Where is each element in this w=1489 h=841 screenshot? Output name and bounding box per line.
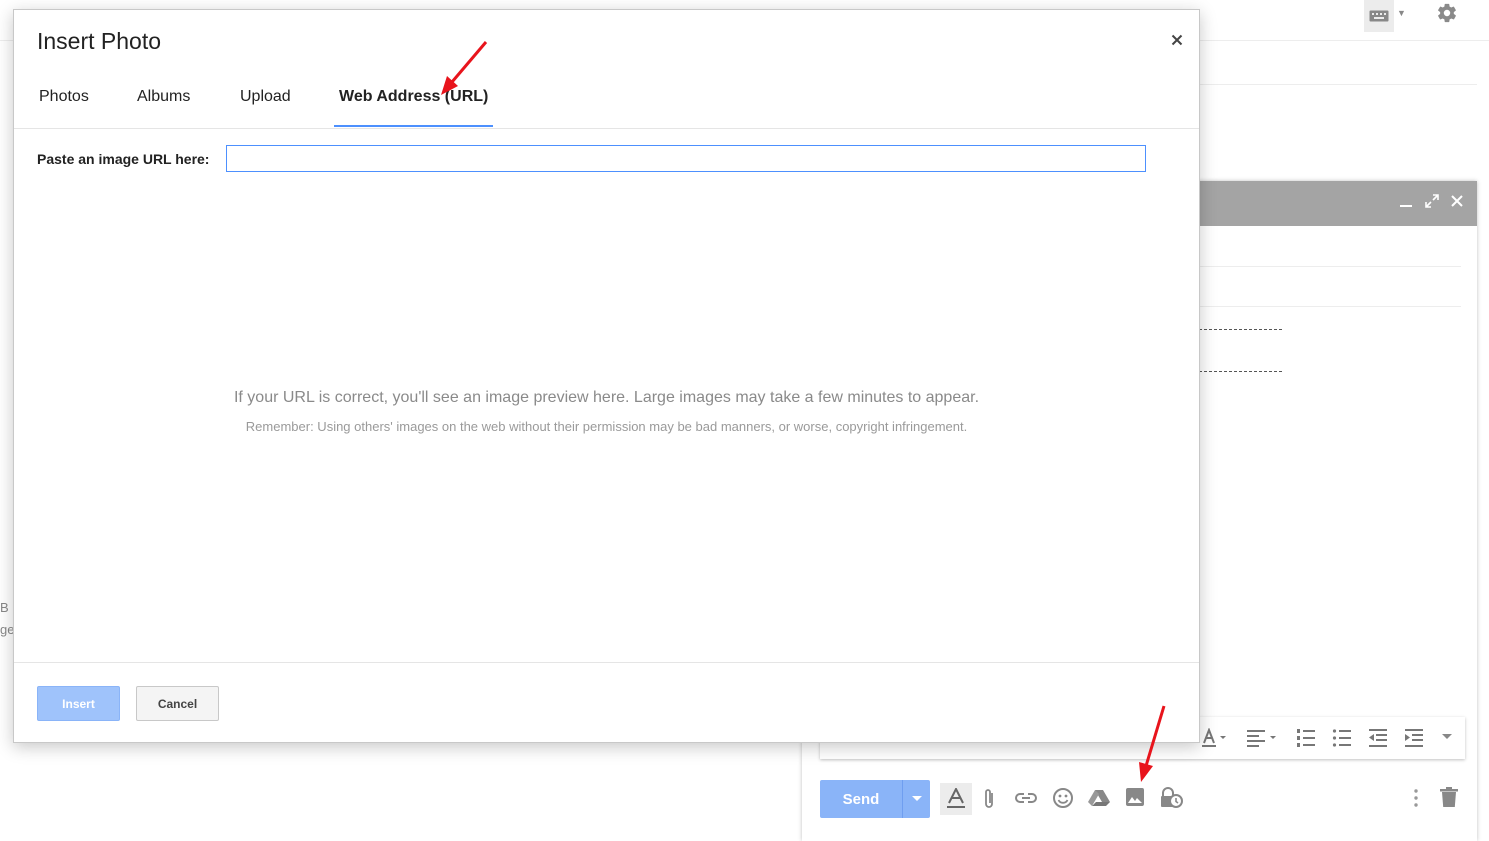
formatting-options-button[interactable] — [940, 783, 972, 815]
insert-button[interactable]: Insert — [37, 686, 120, 721]
image-url-input[interactable] — [226, 145, 1146, 172]
indent-more-icon[interactable] — [1404, 728, 1424, 748]
body-separator — [1199, 371, 1282, 372]
send-button[interactable]: Send — [820, 780, 902, 818]
send-options-button[interactable] — [902, 780, 930, 818]
minimize-icon[interactable] — [1399, 194, 1413, 208]
insert-photo-dialog: Insert Photo Photos Albums Upload Web Ad… — [13, 9, 1200, 743]
keyboard-icon — [1369, 10, 1389, 22]
chevron-down-icon — [911, 796, 922, 801]
expand-icon[interactable] — [1425, 194, 1439, 208]
divider — [1199, 84, 1477, 85]
subject-row[interactable] — [1199, 306, 1461, 307]
chevron-down-icon[interactable]: ▼ — [1397, 8, 1406, 18]
input-tools-button[interactable] — [1364, 0, 1394, 32]
emoji-icon[interactable] — [1052, 787, 1074, 809]
cancel-button[interactable]: Cancel — [136, 686, 219, 721]
indent-less-icon[interactable] — [1368, 728, 1388, 748]
chevron-down-icon[interactable] — [1442, 734, 1452, 740]
numbered-list-icon[interactable] — [1296, 728, 1316, 748]
align-icon[interactable] — [1246, 728, 1278, 748]
bulleted-list-icon[interactable] — [1332, 728, 1352, 748]
compose-bottom-bar: Send — [802, 775, 1477, 825]
format-text-icon — [947, 788, 965, 808]
recipients-row[interactable] — [1199, 266, 1461, 267]
body-separator — [1199, 329, 1282, 330]
preview-message: If your URL is correct, you'll see an im… — [233, 389, 980, 406]
tab-upload[interactable]: Upload — [235, 88, 296, 127]
tab-web-address[interactable]: Web Address (URL) — [334, 88, 494, 127]
dialog-tabs: Photos Albums Upload Web Address (URL) — [14, 72, 1199, 129]
drive-icon[interactable] — [1088, 789, 1110, 807]
settings-button[interactable] — [1436, 2, 1458, 29]
copyright-note: Remember: Using others' images on the we… — [245, 419, 968, 434]
text-color-icon[interactable] — [1200, 728, 1228, 748]
gear-icon — [1438, 3, 1456, 23]
tab-photos[interactable]: Photos — [34, 88, 94, 127]
photo-icon[interactable] — [1125, 787, 1145, 807]
schedule-icon[interactable] — [1159, 787, 1183, 809]
attach-icon[interactable] — [982, 787, 996, 811]
link-icon[interactable] — [1015, 791, 1037, 805]
background-text: B — [0, 600, 9, 615]
close-icon[interactable] — [1169, 32, 1185, 48]
more-icon[interactable] — [1414, 789, 1418, 807]
url-label: Paste an image URL here: — [37, 151, 210, 167]
dialog-title: Insert Photo — [37, 28, 162, 54]
footer-divider — [14, 662, 1199, 663]
close-icon[interactable] — [1451, 195, 1463, 207]
trash-icon[interactable] — [1440, 787, 1458, 807]
tab-albums[interactable]: Albums — [132, 88, 195, 127]
